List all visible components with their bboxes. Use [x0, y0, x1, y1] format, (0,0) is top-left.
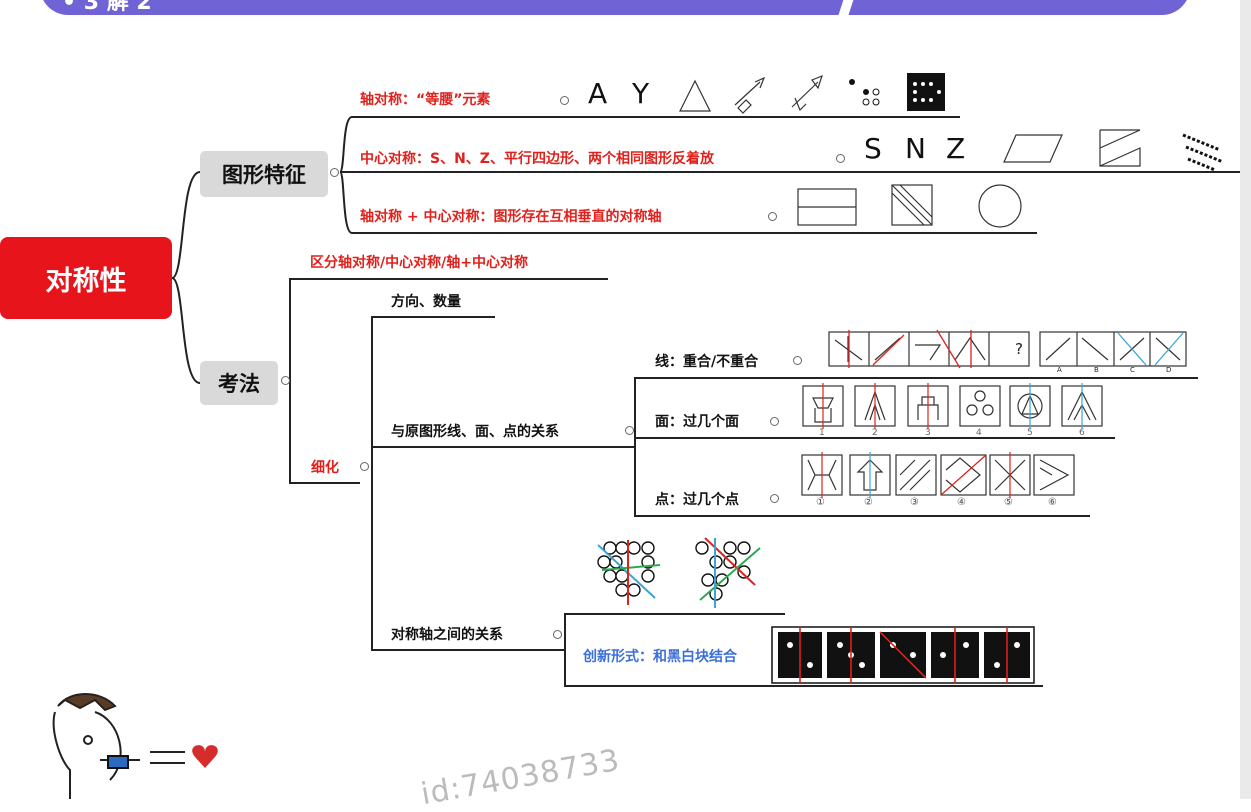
- point-figures: [801, 454, 1075, 496]
- root-node[interactable]: 对称性: [0, 237, 172, 319]
- face-num-3: 3: [925, 428, 931, 438]
- line-options-figure: [1039, 331, 1187, 367]
- face-num-2: 2: [872, 428, 878, 438]
- connector-relation: [371, 446, 635, 483]
- line-collapse-icon[interactable]: [793, 356, 802, 365]
- option-d: D: [1166, 366, 1172, 374]
- question-mark: ?: [1015, 340, 1023, 358]
- axes-relation-label: 对称轴之间的关系: [391, 627, 503, 643]
- letter-y-example: Y: [632, 77, 650, 110]
- point-num-4: ④: [957, 497, 966, 508]
- connector-root-features: [171, 171, 201, 279]
- both-collapse-icon[interactable]: [768, 212, 777, 221]
- point-num-1: ①: [816, 497, 825, 508]
- central-collapse-icon[interactable]: [836, 154, 845, 163]
- dots-figure: [849, 79, 880, 106]
- connector-axes: [371, 483, 565, 651]
- option-b: B: [1094, 366, 1099, 374]
- point-num-6: ⑥: [1048, 497, 1057, 508]
- z-shape-figure: [1099, 129, 1141, 167]
- arrow-figure-2: [791, 74, 823, 112]
- distinguish-label: 区分轴对称/中心对称/轴+中心对称: [310, 255, 528, 271]
- connector-face: [634, 437, 1115, 447]
- circle-figure: [978, 184, 1022, 228]
- triangle-figure: [679, 79, 711, 112]
- face-num-4: 4: [976, 428, 982, 438]
- face-relation-label: 面：过几个面: [655, 414, 739, 430]
- connector-root-method: [171, 277, 201, 384]
- point-num-5: ⑤: [1004, 497, 1013, 508]
- point-num-3: ③: [910, 497, 919, 508]
- face-collapse-icon[interactable]: [770, 417, 779, 426]
- mascot-figure: [52, 693, 185, 799]
- central-symmetry-label: 中心对称：S、N、Z、平行四边形、两个相同图形反着放: [360, 151, 714, 167]
- both-symmetry-label: 轴对称 + 中心对称：图形存在互相垂直的对称轴: [360, 209, 662, 225]
- connector-axes-upper: [564, 613, 785, 650]
- line-strip-figure: [828, 331, 1030, 367]
- method-node[interactable]: 考法: [200, 361, 278, 405]
- point-collapse-icon[interactable]: [770, 494, 779, 503]
- arrow-figure-1: [734, 76, 766, 114]
- point-relation-label: 点：过几个点: [655, 492, 739, 508]
- method-collapse-icon[interactable]: [281, 376, 290, 385]
- features-collapse-icon[interactable]: [330, 168, 339, 177]
- innovation-label: 创新形式：和黑白块结合: [583, 649, 737, 665]
- axial-collapse-icon[interactable]: [560, 96, 569, 105]
- option-c: C: [1130, 366, 1135, 374]
- relation-collapse-icon[interactable]: [625, 426, 634, 435]
- letter-z-example: Z: [946, 132, 966, 165]
- heart-icon: [192, 745, 218, 768]
- detail-label: 细化: [311, 460, 339, 476]
- parallelogram-figure: [1003, 134, 1063, 163]
- circle-cluster-2: [695, 541, 751, 601]
- letter-a-example: A: [588, 77, 608, 110]
- relation-label: 与原图形线、面、点的关系: [391, 424, 559, 440]
- face-num-5: 5: [1027, 428, 1033, 438]
- connector-direction: [371, 316, 495, 483]
- face-num-6: 6: [1079, 428, 1085, 438]
- line-relation-label: 线：重合/不重合: [655, 354, 759, 370]
- letter-n-example: N: [905, 132, 926, 165]
- axes-collapse-icon[interactable]: [553, 630, 562, 639]
- point-num-2: ②: [864, 497, 873, 508]
- face-figures: [802, 385, 1103, 427]
- letter-s-example: S: [864, 132, 882, 165]
- features-node[interactable]: 图形特征: [200, 151, 328, 197]
- face-num-1: 1: [819, 428, 825, 438]
- direction-label: 方向、数量: [391, 294, 461, 310]
- mindmap-connectors: [52, 73, 1240, 799]
- arrows-figure: [1182, 133, 1224, 172]
- option-a: A: [1057, 366, 1062, 374]
- detail-collapse-icon[interactable]: [360, 462, 369, 471]
- axial-symmetry-label: 轴对称：“等腰”元素: [360, 92, 491, 108]
